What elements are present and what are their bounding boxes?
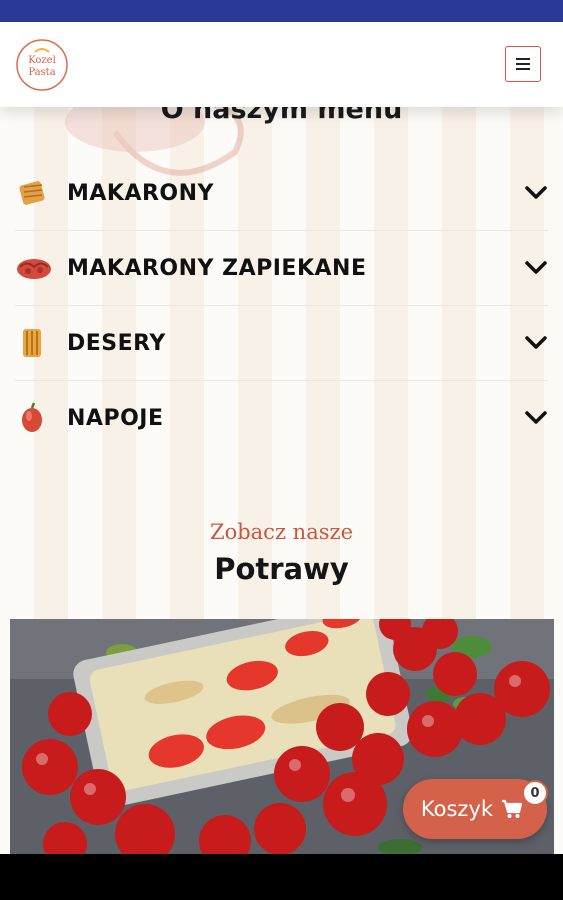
system-navigation-bar — [0, 854, 563, 900]
products-subtitle: Zobacz nasze — [209, 520, 353, 544]
logo-text-line2: Pasta — [28, 67, 55, 78]
chevron-down-icon[interactable] — [524, 333, 548, 353]
category-label: MAKARONY — [67, 180, 214, 206]
menu-accordion: MAKARONY MAKARONY ZAPIEKANE DESERY NAPOJ… — [15, 156, 548, 455]
chevron-down-icon[interactable] — [524, 258, 548, 278]
baked-pasta-icon — [15, 248, 55, 288]
hamburger-icon-bar — [516, 58, 530, 60]
products-heading: Potrawy — [214, 552, 349, 586]
category-label: MAKARONY ZAPIEKANE — [67, 255, 367, 281]
chevron-down-icon[interactable] — [524, 183, 548, 203]
hamburger-menu-button[interactable] — [505, 46, 541, 82]
status-bar — [0, 0, 563, 22]
cart-icon — [502, 799, 523, 818]
chevron-down-icon[interactable] — [524, 408, 548, 428]
drink-icon — [15, 398, 55, 438]
category-napoje[interactable]: NAPOJE — [15, 381, 548, 455]
category-label: NAPOJE — [67, 405, 164, 431]
logo-text-line1: Kozel — [28, 55, 56, 66]
brand-logo[interactable]: Kozel Pasta — [15, 38, 69, 92]
cart-count-badge: 0 — [522, 780, 548, 806]
category-makarony[interactable]: MAKARONY — [15, 156, 548, 231]
category-label: DESERY — [67, 330, 166, 356]
category-desery[interactable]: DESERY — [15, 306, 548, 381]
pasta-icon — [15, 173, 55, 213]
cart-label: Koszyk — [420, 797, 494, 821]
page[interactable]: Kozel Pasta O naszym menu MAKARONY MAKAR… — [0, 22, 563, 854]
dessert-icon — [15, 323, 55, 363]
category-makarony-zapiekane[interactable]: MAKARONY ZAPIEKANE — [15, 231, 548, 306]
hamburger-icon-bar — [516, 68, 530, 70]
site-header: Kozel Pasta — [0, 22, 563, 107]
hamburger-icon-bar — [516, 63, 530, 65]
